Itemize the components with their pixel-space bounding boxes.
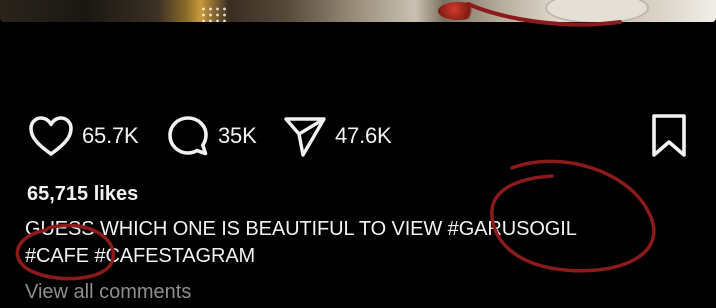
view-all-comments-link[interactable]: View all comments — [25, 281, 191, 304]
share-button[interactable]: 47.6K — [283, 108, 392, 164]
bookmark-icon — [650, 113, 688, 159]
image-detail — [438, 2, 478, 20]
caption-text: GUESS WHICH ONE IS BEAUTIFUL TO VIEW — [25, 218, 443, 240]
like-button[interactable]: 65.7K — [28, 108, 139, 164]
post-caption: GUESS WHICH ONE IS BEAUTIFUL TO VIEW #GA… — [25, 216, 705, 270]
hashtag-link[interactable]: #CAFE — [25, 245, 89, 267]
paper-plane-icon — [283, 114, 327, 158]
like-count: 65.7K — [82, 123, 139, 148]
post-action-bar: 65.7K 35K 47.6K — [0, 108, 716, 164]
comment-button[interactable]: 35K — [166, 108, 257, 164]
likes-count-text[interactable]: 65,715 likes — [27, 183, 138, 206]
comment-bubble-icon — [166, 114, 210, 158]
save-button[interactable] — [650, 108, 688, 164]
comment-count: 35K — [218, 123, 257, 148]
image-detail — [200, 6, 230, 22]
hashtag-link[interactable]: #CAFESTAGRAM — [94, 245, 255, 267]
share-count: 47.6K — [335, 123, 392, 148]
image-detail — [545, 0, 649, 22]
post-image[interactable] — [0, 0, 716, 22]
heart-icon — [28, 115, 74, 157]
hashtag-link[interactable]: #GARUSOGIL — [448, 218, 577, 240]
